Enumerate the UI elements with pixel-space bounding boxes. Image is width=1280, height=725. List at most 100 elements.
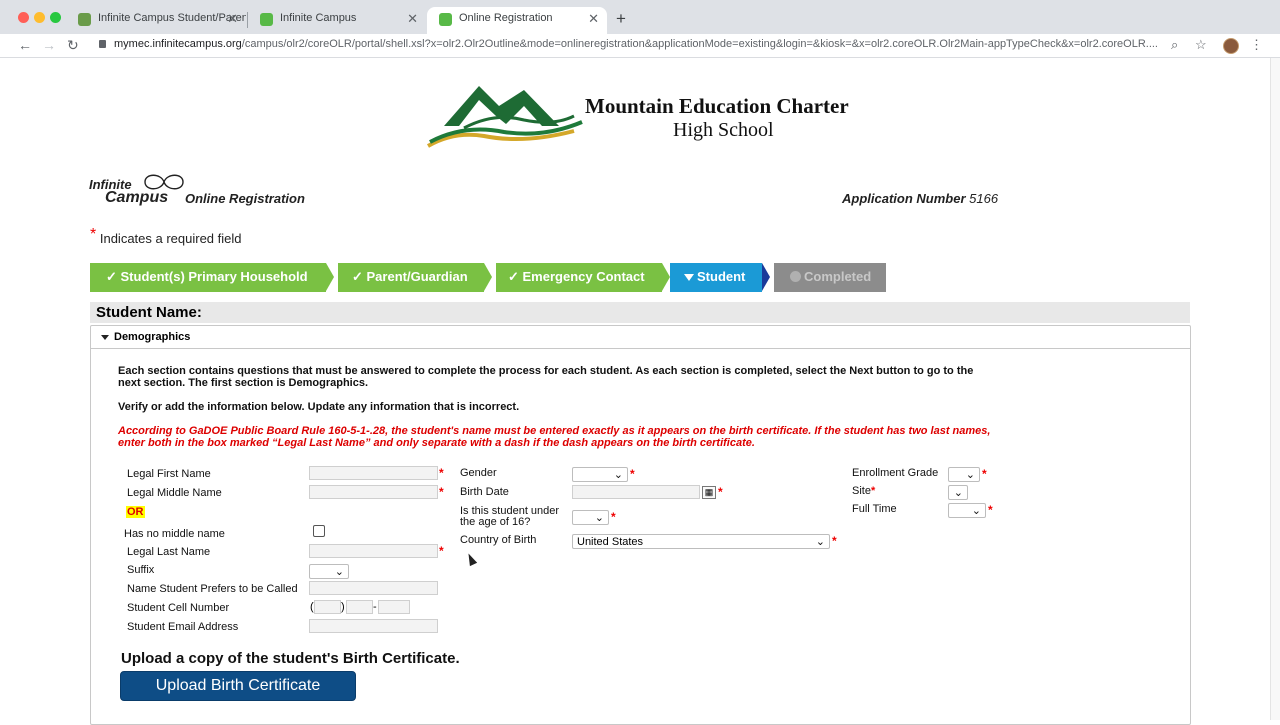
enrollment-grade-select[interactable]: ⌄	[948, 467, 980, 482]
gender-select[interactable]: ⌄	[572, 467, 628, 482]
pending-icon	[790, 271, 801, 282]
school-name-line2: High School	[673, 119, 774, 141]
chevron-down-icon: ⌄	[334, 566, 344, 578]
suffix-label: Suffix	[127, 564, 155, 576]
cell-number-label: Student Cell Number	[127, 602, 230, 614]
step-arrow	[762, 263, 770, 291]
step-completed[interactable]: Completed	[774, 263, 886, 292]
chevron-down-icon: ⌄	[613, 469, 623, 481]
ic-favicon-icon	[260, 13, 273, 26]
country-of-birth-label: Country of Birth	[460, 534, 537, 546]
required-star: *	[630, 467, 635, 481]
close-window-button[interactable]	[18, 12, 29, 23]
step-label: ✓ Emergency Contact	[508, 269, 645, 284]
bookmark-star-icon[interactable]: ☆	[1195, 37, 1207, 53]
step-parent-guardian[interactable]: ✓ Parent/Guardian	[338, 263, 484, 292]
zoom-icon[interactable]: ⌕	[1171, 37, 1178, 53]
browser-tab-3-active[interactable]: Online Registration ✕	[427, 7, 607, 34]
site-select[interactable]: ⌄	[948, 485, 968, 500]
profile-avatar[interactable]	[1223, 38, 1239, 54]
required-star: *	[832, 534, 837, 548]
no-middle-name-checkbox[interactable]	[313, 525, 325, 537]
gender-label: Gender	[460, 467, 497, 479]
under-16-select[interactable]: ⌄	[572, 510, 609, 525]
birth-date-label: Birth Date	[460, 486, 509, 498]
url-path: /campus/olr2/coreOLR/portal/shell.xsl?x=…	[241, 38, 1158, 50]
school-name-line1: Mountain Education Charter	[585, 94, 849, 118]
suffix-select[interactable]: ⌄	[309, 564, 349, 579]
no-middle-name-label: Has no middle name	[124, 528, 225, 540]
step-student-active[interactable]: Student	[670, 263, 762, 292]
demographics-toggle[interactable]: Demographics	[91, 326, 1190, 349]
step-arrow	[662, 263, 670, 291]
legal-middle-name-label: Legal Middle Name	[127, 487, 222, 499]
step-primary-household[interactable]: ✓ Student(s) Primary Household	[90, 263, 326, 292]
preferred-name-label: Name Student Prefers to be Called	[127, 583, 298, 595]
site-label-text: Site	[852, 485, 871, 497]
cell-area-code-input[interactable]	[314, 600, 341, 614]
forward-icon[interactable]: →	[42, 37, 56, 53]
name-rule-paragraph: According to GaDOE Public Board Rule 160…	[118, 425, 991, 449]
calendar-icon[interactable]: ▦	[702, 486, 716, 499]
birth-date-input[interactable]	[572, 485, 700, 499]
chevron-down-icon: ⌄	[953, 487, 963, 499]
close-tab-icon[interactable]: ✕	[227, 11, 238, 27]
demographics-title: Demographics	[114, 331, 191, 343]
cell-prefix-input[interactable]	[346, 600, 373, 614]
browser-tab-2[interactable]: Infinite Campus ✕	[248, 7, 426, 34]
maximize-window-button[interactable]	[50, 12, 61, 23]
preferred-name-input[interactable]	[309, 581, 438, 595]
back-icon[interactable]: ←	[18, 37, 32, 53]
site-label: Site*	[852, 485, 875, 497]
tab-title: Online Registration	[459, 12, 553, 24]
chevron-down-icon: ⌄	[971, 505, 981, 517]
required-star: *	[90, 226, 97, 243]
school-mountain-logo	[427, 86, 583, 148]
chevron-down-icon: ⌄	[965, 469, 975, 481]
required-field-note: * Indicates a required field	[90, 226, 242, 248]
step-arrow	[326, 263, 334, 291]
reload-icon[interactable]: ↻	[67, 37, 79, 54]
lock-icon	[99, 40, 106, 48]
campus-favicon-icon	[78, 13, 91, 26]
legal-last-name-input[interactable]	[309, 544, 438, 558]
full-time-select[interactable]: ⌄	[948, 503, 986, 518]
minimize-window-button[interactable]	[34, 12, 45, 23]
required-star: *	[611, 510, 616, 524]
cell-line-input[interactable]	[378, 600, 410, 614]
full-time-label: Full Time	[852, 503, 897, 515]
menu-dots-icon[interactable]: ⋮	[1250, 37, 1263, 53]
page-scrollbar[interactable]	[1270, 58, 1280, 720]
under-16-label-line2: the age of 16?	[460, 516, 531, 528]
email-input[interactable]	[309, 619, 438, 633]
browser-tab-1[interactable]: Infinite Campus Student/Parent ✕	[66, 7, 246, 34]
step-label: ✓ Parent/Guardian	[352, 269, 468, 284]
online-registration-title: Online Registration	[185, 191, 305, 206]
app-number-label: Application Number	[842, 191, 966, 206]
required-star: *	[439, 485, 444, 499]
legal-middle-name-input[interactable]	[309, 485, 438, 499]
address-bar[interactable]: mymec.infinitecampus.org/campus/olr2/cor…	[114, 38, 1179, 50]
required-star: *	[718, 485, 723, 499]
required-star: *	[439, 544, 444, 558]
ic-favicon-icon	[439, 13, 452, 26]
step-emergency-contact[interactable]: ✓ Emergency Contact	[496, 263, 662, 292]
infinite-campus-logo: Infinite Campus	[89, 171, 185, 209]
application-number: Application Number 5166	[842, 191, 998, 206]
legal-first-name-input[interactable]	[309, 466, 438, 480]
expand-arrow-icon	[684, 274, 694, 281]
close-tab-icon[interactable]: ✕	[588, 11, 599, 27]
upload-birth-certificate-button[interactable]: Upload Birth Certificate	[120, 671, 356, 701]
chevron-down-icon: ⌄	[815, 536, 825, 548]
phone-dash: -	[373, 601, 377, 613]
country-of-birth-select[interactable]: United States ⌄	[572, 534, 830, 549]
new-tab-button[interactable]: +	[616, 9, 626, 29]
required-star: *	[870, 485, 876, 497]
required-star: *	[988, 503, 993, 517]
chevron-down-icon: ⌄	[594, 512, 604, 524]
legal-first-name-label: Legal First Name	[127, 468, 211, 480]
student-name-header: Student Name:	[90, 302, 1190, 323]
or-label: OR	[126, 506, 145, 518]
phone-paren-close: )	[341, 601, 345, 613]
close-tab-icon[interactable]: ✕	[407, 11, 418, 27]
